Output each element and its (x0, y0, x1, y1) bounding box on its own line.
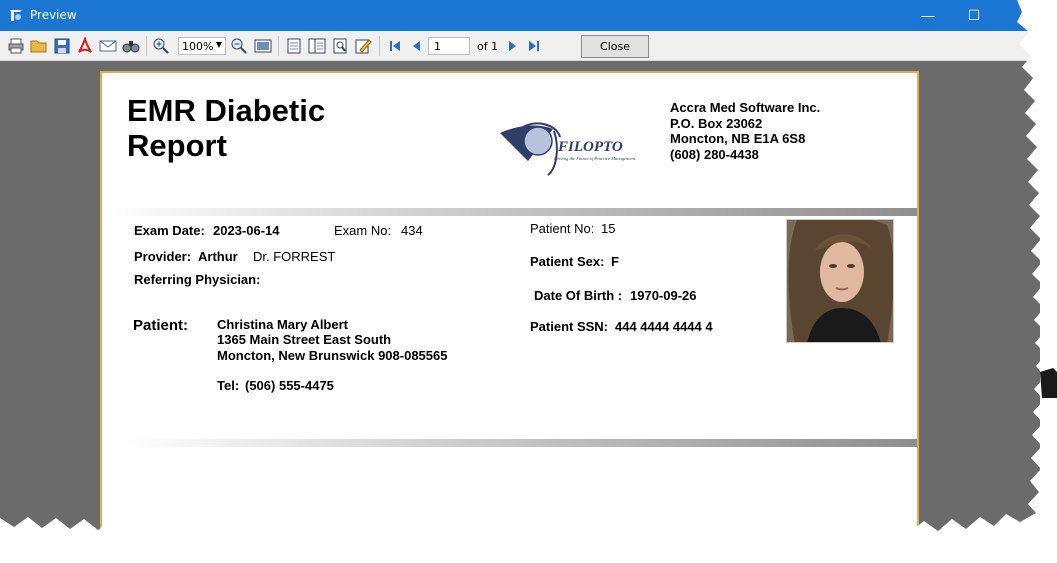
page-number-input[interactable]: 1 (428, 37, 470, 55)
patient-sex-value: F (611, 254, 619, 269)
company-address: Accra Med Software Inc. P.O. Box 23062 M… (670, 100, 820, 162)
minimize-button[interactable]: — (905, 0, 951, 31)
header-divider (102, 208, 917, 216)
first-page-icon[interactable] (386, 37, 404, 55)
save-icon[interactable] (53, 37, 71, 55)
maximize-button[interactable]: ☐ (951, 0, 997, 31)
zoom-value: 100% (182, 40, 214, 53)
patient-photo (786, 219, 894, 343)
dob-value: 1970-09-26 (630, 288, 697, 303)
toolbar: 100% ▼ 1 of 1 Close (0, 31, 1040, 61)
provider-label: Provider: (134, 249, 192, 264)
patient-tel-value: (506) 555-4475 (245, 378, 334, 393)
logo-text: FILOPTO (557, 139, 623, 155)
app-icon (10, 10, 22, 21)
zoom-in-icon[interactable] (152, 37, 170, 55)
open-folder-icon[interactable] (30, 37, 48, 55)
zoom-out-icon[interactable] (230, 37, 248, 55)
last-page-icon[interactable] (525, 37, 543, 55)
page-count-label: of 1 (477, 40, 499, 53)
company-address-line2: Moncton, NB E1A 6S8 (670, 131, 806, 146)
report-title: EMR Diabetic Report (127, 93, 326, 163)
provider-first-name: Arthur (198, 249, 238, 264)
toolbar-separator (379, 36, 380, 56)
exam-date-value: 2023-06-14 (213, 223, 280, 238)
report-page: EMR Diabetic Report FILOPTO Driving the … (100, 71, 919, 540)
patient-address-line1: 1365 Main Street East South (217, 332, 392, 347)
prev-page-icon[interactable] (408, 37, 426, 55)
exam-date-label: Exam Date: (134, 223, 205, 238)
patient-tel-label: Tel: (217, 378, 240, 393)
patient-address-line2: Moncton, New Brunswick 908-085565 (217, 348, 448, 363)
footer-divider (124, 439, 917, 447)
exam-no-value: 434 (401, 223, 423, 238)
toolbar-separator (278, 36, 279, 56)
ssn-label: Patient SSN: (530, 319, 609, 334)
company-address-line1: P.O. Box 23062 (670, 115, 763, 131)
close-button[interactable]: Close (581, 35, 649, 58)
print-icon[interactable] (7, 37, 25, 55)
dob-label: Date Of Birth : (534, 288, 623, 303)
patient-label: Patient: (133, 317, 189, 334)
multi-page-icon[interactable] (308, 37, 326, 55)
patient-no-value: 15 (601, 221, 616, 236)
next-page-icon[interactable] (503, 37, 521, 55)
company-phone: (608) 280-4438 (670, 146, 759, 162)
company-name: Accra Med Software Inc. (670, 100, 821, 115)
provider-last-name: Dr. FORREST (253, 249, 336, 264)
pdf-icon[interactable] (76, 37, 94, 55)
full-page-icon[interactable] (254, 37, 272, 55)
patient-no-label: Patient No: (530, 221, 595, 236)
zoom-select[interactable]: 100% ▼ (178, 37, 226, 55)
patient-sex-label: Patient Sex: (530, 254, 605, 269)
toolbar-separator (146, 36, 147, 56)
edit-icon[interactable] (354, 37, 372, 55)
logo-tagline: Driving the Future of Practice Managemen… (553, 156, 636, 161)
window-title: Preview (30, 8, 77, 22)
single-page-icon[interactable] (285, 37, 303, 55)
exam-no-label: Exam No: (334, 223, 392, 238)
referring-physician-label: Referring Physician: (134, 272, 261, 287)
title-bar: Preview — ☐ (0, 0, 1040, 31)
company-logo: FILOPTO Driving the Future of Practice M… (500, 122, 636, 176)
email-icon[interactable] (99, 37, 117, 55)
chevron-down-icon: ▼ (215, 40, 222, 49)
patient-name: Christina Mary Albert (217, 317, 348, 332)
search-doc-icon[interactable] (331, 37, 349, 55)
find-icon[interactable] (122, 37, 140, 55)
preview-window: Preview — ☐ 100% ▼ 1 of 1 Close EMR Diab… (0, 0, 1040, 540)
ssn-value: 444 4444 4444 4 (615, 319, 713, 334)
